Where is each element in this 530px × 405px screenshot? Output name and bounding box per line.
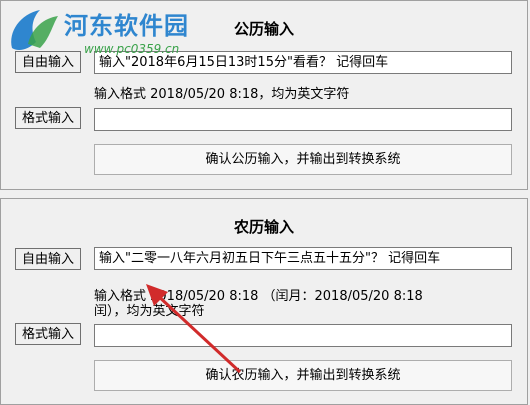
watermark-name: 河东软件园 bbox=[64, 11, 189, 40]
lunar-format-hint-line2: 闰），均为英文字符 bbox=[94, 304, 205, 319]
solar-format-input-field[interactable] bbox=[94, 108, 512, 131]
lunar-confirm-button[interactable]: 确认农历输入，并输出到转换系统 bbox=[94, 360, 512, 391]
lunar-format-input-field[interactable] bbox=[94, 324, 512, 347]
solar-confirm-button[interactable]: 确认公历输入，并输出到转换系统 bbox=[94, 144, 512, 175]
lunar-format-hint-line1: 输入格式 2018/05/20 8:18 （闰月：2018/05/20 8:18 bbox=[94, 289, 423, 304]
lunar-format-input-button[interactable]: 格式输入 bbox=[15, 323, 81, 345]
solar-format-hint: 输入格式 2018/05/20 8:18，均为英文字符 bbox=[94, 87, 350, 102]
lunar-title: 农历输入 bbox=[233, 218, 294, 236]
lunar-input-panel: 农历输入 自由输入 输入"二零一八年六月初五日下午三点五十五分"？ 记得回车 输… bbox=[0, 198, 528, 405]
watermark-url: www.pc0359.cn bbox=[84, 42, 180, 56]
lunar-free-input-button[interactable]: 自由输入 bbox=[15, 248, 81, 270]
watermark-logo: 河东软件园 www.pc0359.cn bbox=[4, 2, 204, 62]
solar-format-input-button[interactable]: 格式输入 bbox=[15, 107, 81, 129]
logo-mark-icon bbox=[11, 10, 58, 50]
lunar-free-input-field[interactable]: 输入"二零一八年六月初五日下午三点五十五分"？ 记得回车 bbox=[94, 247, 512, 270]
